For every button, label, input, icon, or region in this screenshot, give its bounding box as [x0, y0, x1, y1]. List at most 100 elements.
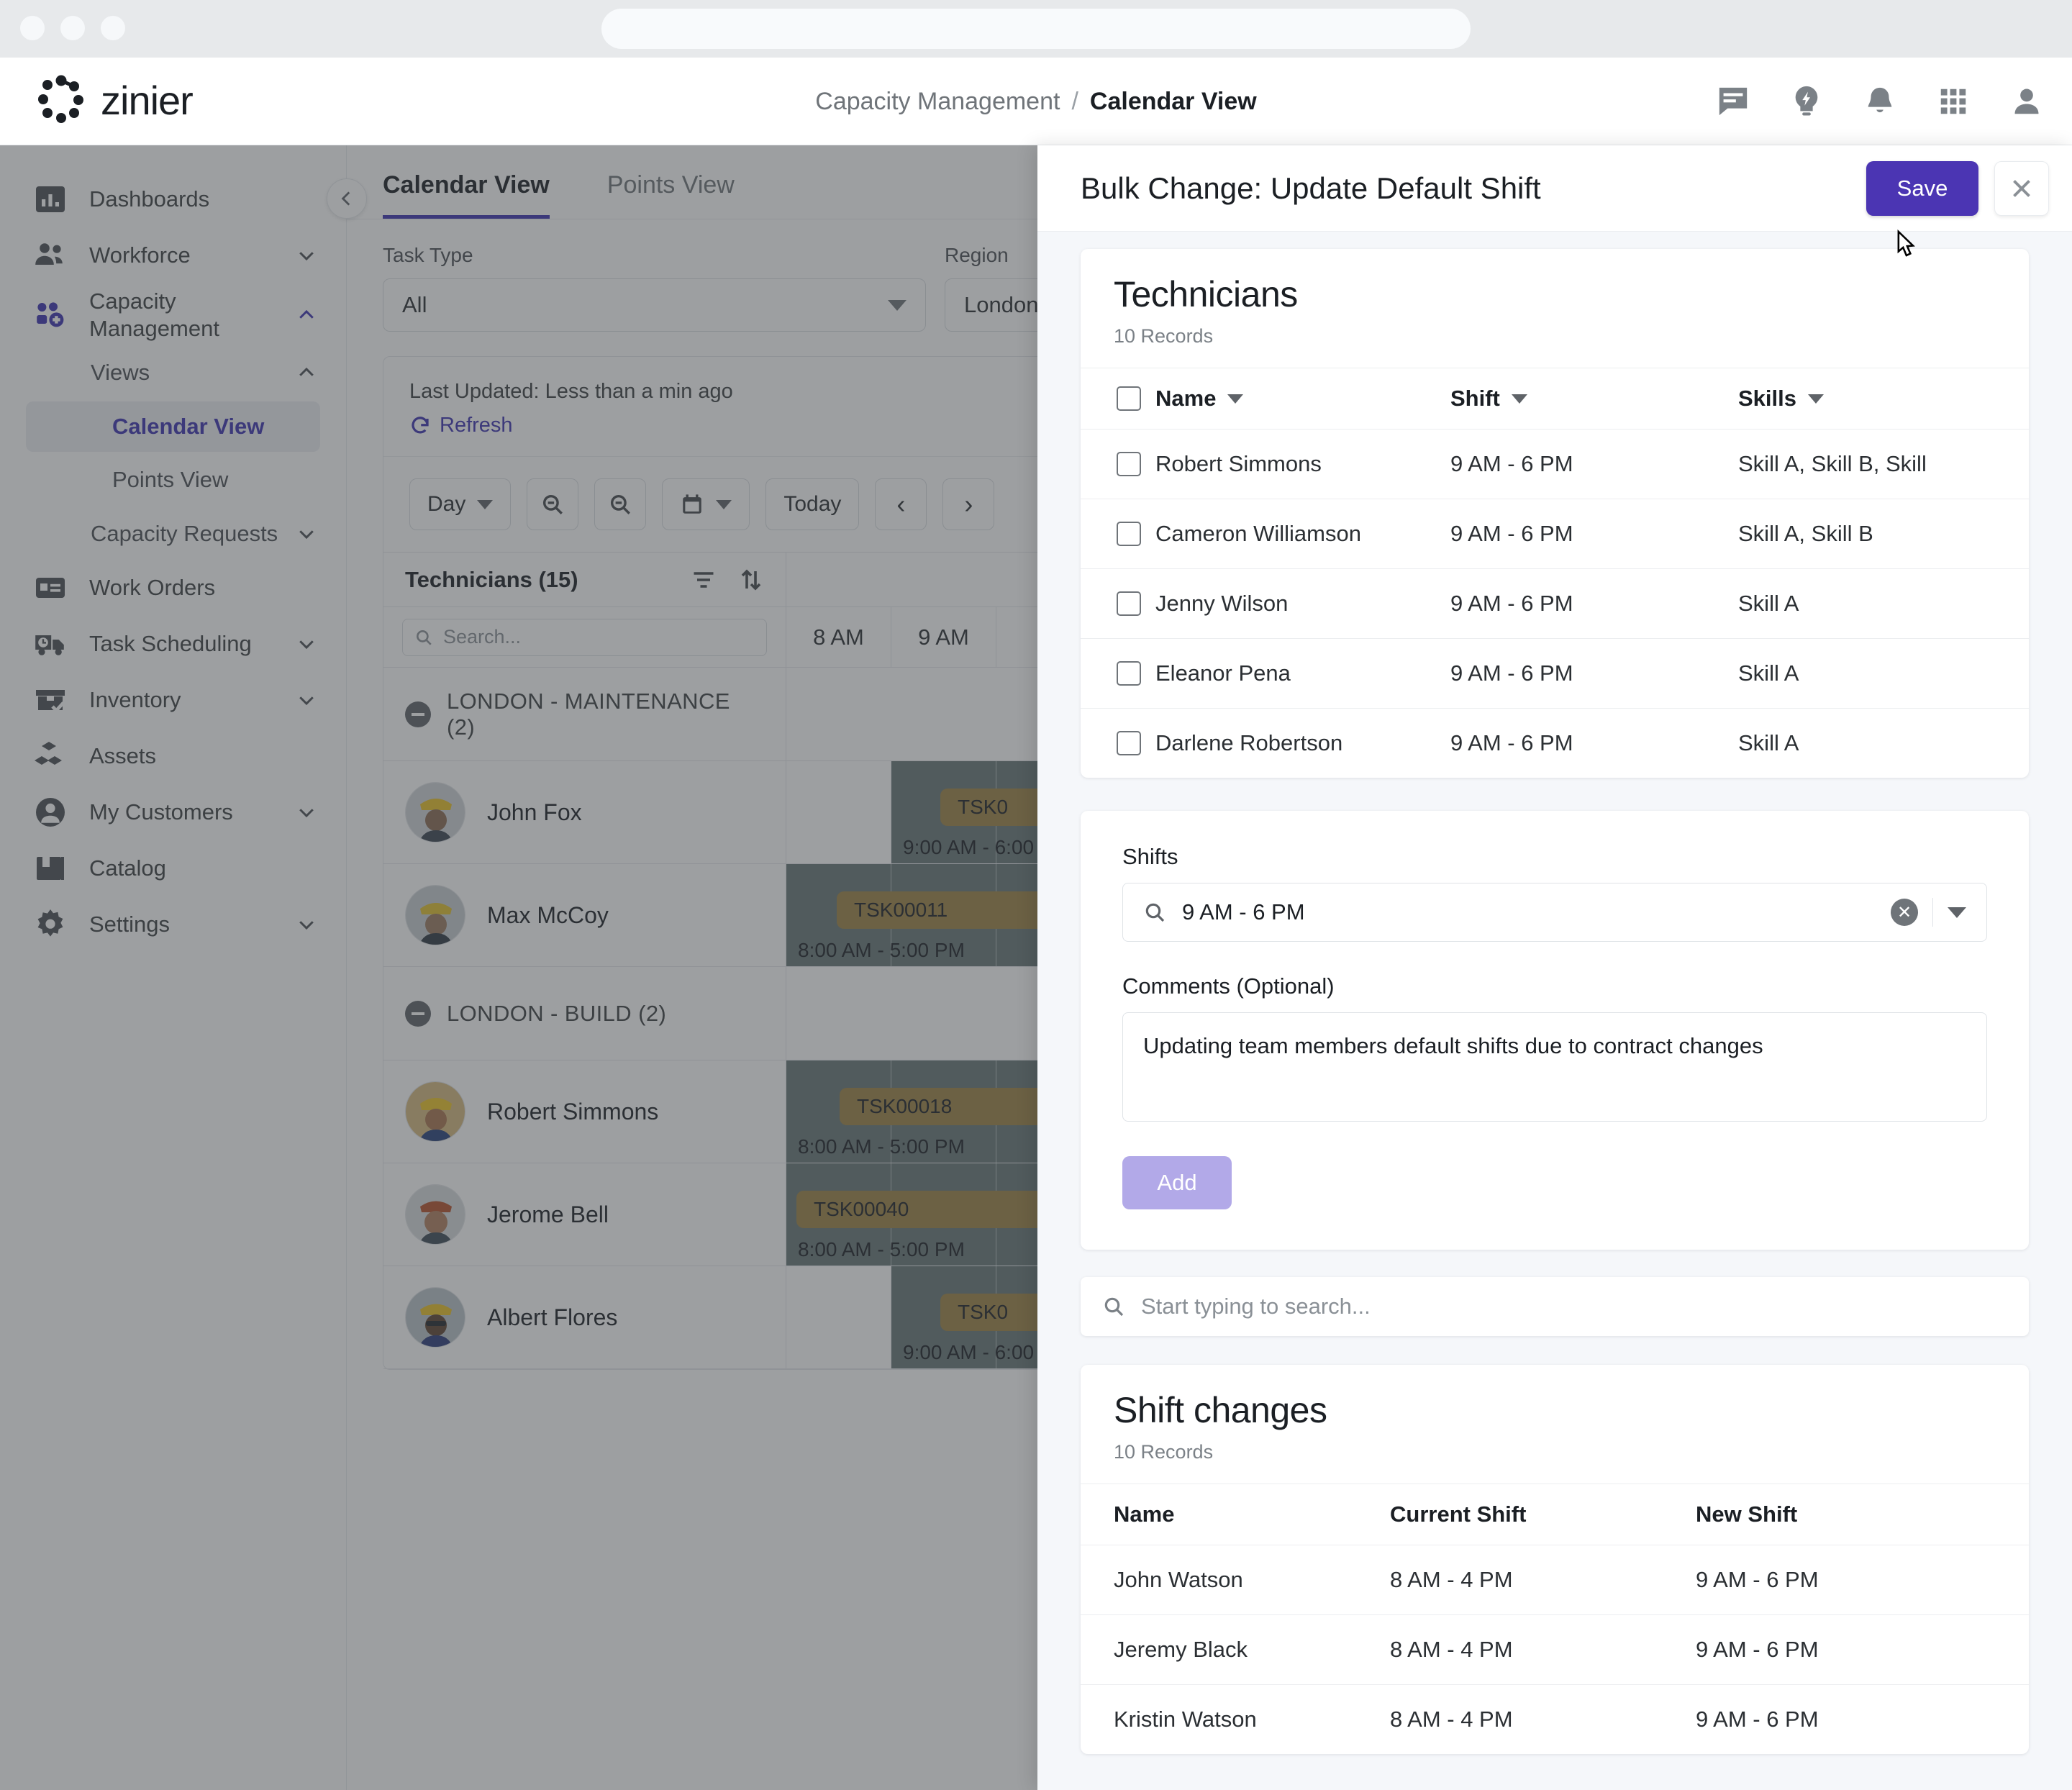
workforce-icon	[35, 243, 63, 265]
zoom-in-button[interactable]	[594, 478, 647, 530]
sidebar-item-points-view[interactable]: Points View	[26, 455, 320, 505]
shifts-select-field[interactable]: 9 AM - 6 PM ✕	[1122, 883, 1987, 942]
table-row[interactable]: Kristin Watson 8 AM - 4 PM 9 AM - 6 PM	[1081, 1685, 2029, 1755]
chevron-up-icon	[299, 367, 314, 376]
table-row[interactable]: Eleanor Pena 9 AM - 6 PM Skill A	[1081, 638, 2029, 709]
previous-day-button[interactable]: ‹	[875, 478, 927, 530]
row-checkbox[interactable]	[1117, 452, 1141, 476]
filter-icon[interactable]	[691, 567, 717, 593]
column-name[interactable]: Name	[1155, 368, 1450, 430]
sidebar-item-catalog[interactable]: Catalog	[0, 840, 346, 896]
technician-row[interactable]: Robert Simmons	[383, 1060, 786, 1163]
table-row[interactable]: Jenny Wilson 9 AM - 6 PM Skill A	[1081, 568, 2029, 639]
breadcrumb-parent[interactable]: Capacity Management	[815, 88, 1060, 116]
window-close-dot[interactable]	[20, 16, 45, 40]
cell-shift: 9 AM - 6 PM	[1450, 568, 1738, 639]
browser-url-bar[interactable]	[601, 9, 1471, 49]
sidebar-item-dashboards[interactable]: Dashboards	[0, 171, 346, 227]
sidebar-item-inventory[interactable]: Inventory	[0, 672, 346, 728]
window-minimize-dot[interactable]	[60, 16, 85, 40]
column-shift[interactable]: Shift	[1450, 368, 1738, 430]
view-mode-dropdown[interactable]: Day	[409, 478, 512, 530]
sidebar-item-work-orders[interactable]: Work Orders	[0, 560, 346, 616]
tab-points-view[interactable]: Points View	[607, 171, 735, 219]
group-label: LONDON - BUILD (2)	[447, 1000, 667, 1026]
clear-icon[interactable]: ✕	[1891, 899, 1918, 926]
user-avatar-icon[interactable]	[2010, 85, 2043, 118]
zoom-out-button[interactable]	[527, 478, 579, 530]
table-row[interactable]: Darlene Robertson 9 AM - 6 PM Skill A	[1081, 709, 2029, 778]
table-row[interactable]: Cameron Williamson 9 AM - 6 PM Skill A, …	[1081, 499, 2029, 569]
sidebar-collapse-button[interactable]	[327, 178, 367, 219]
calendar-icon	[683, 494, 702, 514]
technician-group-header[interactable]: LONDON - BUILD (2)	[383, 967, 786, 1060]
sidebar-item-task-scheduling[interactable]: Task Scheduling	[0, 616, 346, 672]
row-checkbox[interactable]	[1117, 591, 1141, 616]
row-checkbox[interactable]	[1117, 661, 1141, 686]
technician-row[interactable]: Max McCoy	[383, 864, 786, 967]
column-skills[interactable]: Skills	[1738, 368, 2029, 430]
row-checkbox[interactable]	[1117, 731, 1141, 755]
tab-calendar-view[interactable]: Calendar View	[383, 171, 550, 219]
chat-icon[interactable]	[1717, 85, 1750, 118]
assets-icon	[35, 741, 62, 765]
today-button[interactable]: Today	[765, 478, 860, 530]
cell-name: Robert Simmons	[1155, 429, 1450, 499]
table-row[interactable]: Jeremy Black 8 AM - 4 PM 9 AM - 6 PM	[1081, 1614, 2029, 1685]
chevron-down-icon	[299, 530, 314, 539]
sidebar-group-capacity-requests[interactable]: Capacity Requests	[0, 508, 346, 560]
row-checkbox[interactable]	[1117, 522, 1141, 546]
technician-row[interactable]: Jerome Bell	[383, 1163, 786, 1266]
technician-name: Max McCoy	[487, 901, 609, 928]
chevron-down-icon	[299, 640, 314, 649]
sort-caret-icon	[1808, 394, 1824, 404]
sidebar-item-settings[interactable]: Settings	[0, 896, 346, 953]
technician-search-input[interactable]: Search...	[402, 618, 767, 656]
technician-name: Albert Flores	[487, 1304, 618, 1330]
table-header-row: Name Current Shift New Shift	[1081, 1484, 2029, 1545]
sidebar-item-calendar-view[interactable]: Calendar View	[26, 401, 320, 452]
sidebar-group-views[interactable]: Views	[0, 347, 346, 399]
technician-row[interactable]: Albert Flores	[383, 1266, 786, 1369]
add-button[interactable]: Add	[1122, 1156, 1232, 1209]
column-label: Shift	[1450, 386, 1500, 411]
apps-grid-icon[interactable]	[1937, 85, 1970, 118]
column-new-shift: New Shift	[1696, 1484, 2029, 1545]
close-button[interactable]	[1994, 160, 2049, 216]
save-label: Save	[1896, 175, 1948, 201]
technician-search-row: Search...	[383, 607, 786, 668]
panel-search-field[interactable]: Start typing to search...	[1081, 1277, 2029, 1336]
sidebar-item-label: Workforce	[89, 242, 191, 268]
comments-textarea[interactable]: Updating team members default shifts due…	[1122, 1012, 1987, 1122]
cell-current-shift: 8 AM - 4 PM	[1390, 1614, 1696, 1685]
technician-group-header[interactable]: LONDON - MAINTENANCE (2)	[383, 668, 786, 761]
sort-caret-icon	[1511, 394, 1527, 404]
chevron-down-icon	[299, 252, 314, 261]
sidebar-item-capacity-management[interactable]: Capacity Management	[0, 283, 346, 347]
window-maximize-dot[interactable]	[101, 16, 125, 40]
zinier-logo[interactable]: zinier	[35, 73, 194, 127]
chevron-down-icon[interactable]	[1948, 907, 1966, 918]
cell-skills: Skill A, Skill B, Skill	[1738, 429, 2029, 499]
save-button[interactable]: Save	[1866, 160, 1978, 216]
lightbulb-icon[interactable]	[1790, 85, 1823, 118]
date-picker-button[interactable]	[662, 478, 750, 530]
sidebar-item-assets[interactable]: Assets	[0, 728, 346, 784]
table-row[interactable]: John Watson 8 AM - 4 PM 9 AM - 6 PM	[1081, 1545, 2029, 1615]
technician-row[interactable]: John Fox	[383, 761, 786, 864]
sidebar-item-label: Assets	[89, 742, 157, 768]
sort-icon[interactable]	[738, 567, 764, 593]
sidebar-item-label: Catalog	[89, 855, 166, 881]
cell-name: Jeremy Black	[1081, 1614, 1390, 1685]
sidebar-item-label: My Customers	[89, 799, 233, 824]
table-row[interactable]: Robert Simmons 9 AM - 6 PM Skill A, Skil…	[1081, 429, 2029, 499]
sidebar-item-my-customers[interactable]: My Customers	[0, 784, 346, 840]
sidebar-item-label: Work Orders	[89, 574, 216, 600]
work-orders-icon	[36, 577, 65, 598]
sidebar-item-workforce[interactable]: Workforce	[0, 227, 346, 283]
bell-icon[interactable]	[1863, 85, 1896, 118]
task-type-select[interactable]: All	[383, 278, 926, 332]
breadcrumb-separator: /	[1071, 87, 1078, 115]
select-all-checkbox[interactable]	[1117, 386, 1141, 411]
next-day-button[interactable]: ›	[942, 478, 995, 530]
